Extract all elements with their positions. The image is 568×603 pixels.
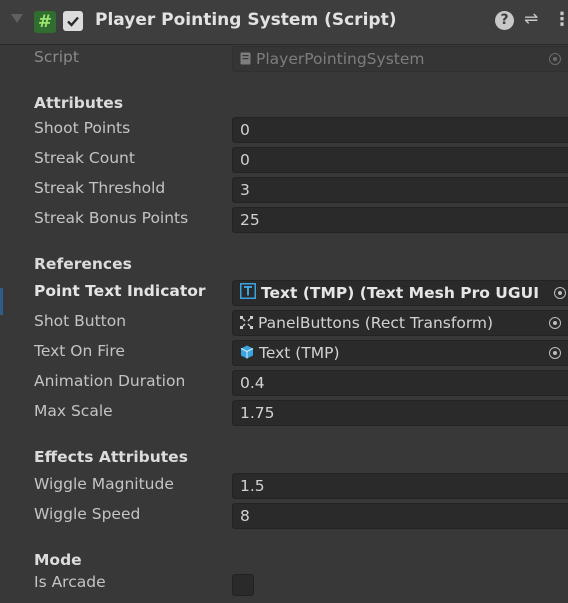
rect-transform-icon — [240, 312, 253, 336]
max-scale-label: Max Scale — [34, 402, 113, 420]
max-scale-field[interactable]: 1.75 — [232, 400, 568, 426]
streak-count-row: Streak Count 0 — [0, 146, 568, 175]
attributes-section-title: Attributes — [34, 94, 124, 112]
component-enabled-checkbox[interactable] — [63, 11, 83, 31]
max-scale-row: Max Scale 1.75 — [0, 399, 568, 428]
animation-duration-field[interactable]: 0.4 — [232, 370, 568, 396]
wiggle-magnitude-field[interactable]: 1.5 — [232, 473, 568, 499]
shot-button-value: PanelButtons (Rect Transform) — [258, 314, 494, 332]
foldout-arrow-icon[interactable] — [11, 14, 23, 23]
script-field-value: PlayerPointingSystem — [256, 50, 425, 68]
object-picker-icon[interactable] — [549, 347, 561, 359]
script-field: PlayerPointingSystem — [232, 46, 568, 72]
text-on-fire-row: Text On Fire Text (TMP) — [0, 339, 568, 368]
wiggle-magnitude-row: Wiggle Magnitude 1.5 — [0, 472, 568, 501]
streak-count-field[interactable]: 0 — [232, 147, 568, 173]
text-on-fire-label: Text On Fire — [34, 342, 125, 360]
streak-bonus-points-field[interactable]: 25 — [232, 207, 568, 233]
checkmark-icon — [67, 16, 79, 27]
streak-threshold-field[interactable]: 3 — [232, 177, 568, 203]
gameobject-cube-icon — [240, 342, 254, 366]
streak-count-label: Streak Count — [34, 149, 135, 167]
is-arcade-row: Is Arcade — [0, 570, 568, 599]
object-picker-icon — [549, 53, 561, 65]
streak-bonus-points-row: Streak Bonus Points 25 — [0, 206, 568, 235]
is-arcade-label: Is Arcade — [34, 573, 106, 591]
text-on-fire-value: Text (TMP) — [259, 344, 340, 362]
wiggle-magnitude-label: Wiggle Magnitude — [34, 475, 174, 493]
component-header[interactable]: # Player Pointing System (Script) ? ⇌ ⋮ — [0, 0, 568, 45]
textmeshpro-icon — [240, 282, 256, 306]
shoot-points-label: Shoot Points — [34, 119, 131, 137]
wiggle-speed-label: Wiggle Speed — [34, 505, 141, 523]
csharp-script-icon: # — [34, 11, 56, 33]
point-text-indicator-field[interactable]: Text (TMP) (Text Mesh Pro UGUI — [232, 280, 568, 306]
is-arcade-checkbox[interactable] — [232, 574, 254, 596]
streak-bonus-points-label: Streak Bonus Points — [34, 209, 189, 227]
mode-section-title: Mode — [34, 551, 82, 569]
script-file-icon — [240, 48, 251, 72]
text-on-fire-field[interactable]: Text (TMP) — [232, 340, 568, 366]
help-icon[interactable]: ? — [495, 11, 514, 30]
shot-button-field[interactable]: PanelButtons (Rect Transform) — [232, 310, 568, 336]
point-text-indicator-value: Text (TMP) (Text Mesh Pro UGUI — [261, 284, 539, 302]
streak-threshold-row: Streak Threshold 3 — [0, 176, 568, 205]
object-picker-icon[interactable] — [549, 317, 561, 329]
references-section-title: References — [34, 255, 132, 273]
shot-button-label: Shot Button — [34, 312, 127, 330]
effects-section-title: Effects Attributes — [34, 448, 188, 466]
wiggle-speed-field[interactable]: 8 — [232, 503, 568, 529]
script-label: Script — [34, 48, 79, 66]
shoot-points-row: Shoot Points 0 — [0, 116, 568, 145]
animation-duration-label: Animation Duration — [34, 372, 186, 390]
shot-button-row: Shot Button PanelButtons (Rect Transform… — [0, 309, 568, 338]
point-text-indicator-row: Point Text Indicator Text (TMP) (Text Me… — [0, 279, 568, 308]
presets-icon[interactable]: ⇌ — [524, 9, 538, 29]
component-title: Player Pointing System (Script) — [95, 10, 397, 30]
animation-duration-row: Animation Duration 0.4 — [0, 369, 568, 398]
point-text-indicator-label: Point Text Indicator — [34, 282, 206, 300]
shoot-points-field[interactable]: 0 — [232, 117, 568, 143]
wiggle-speed-row: Wiggle Speed 8 — [0, 502, 568, 531]
script-row: Script PlayerPointingSystem — [0, 45, 568, 74]
object-picker-icon[interactable] — [554, 287, 566, 299]
component-menu-icon[interactable]: ⋮ — [553, 9, 568, 30]
streak-threshold-label: Streak Threshold — [34, 179, 166, 197]
